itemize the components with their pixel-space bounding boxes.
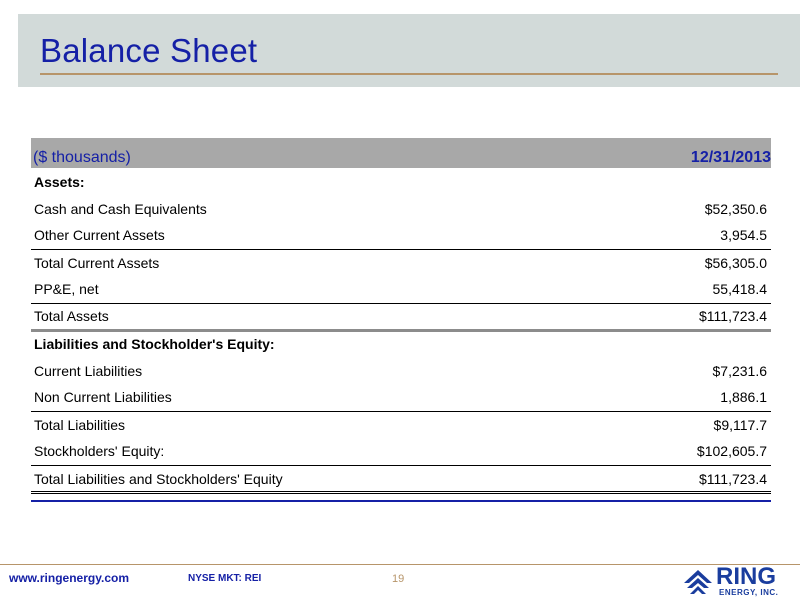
row-label: Non Current Liabilities	[34, 389, 172, 406]
table-row-assets-heading: Assets:	[31, 168, 771, 195]
row-value: $9,117.7	[592, 410, 771, 438]
footer-divider	[0, 564, 800, 565]
table-header-row: ($ thousands) 12/31/2013	[31, 138, 771, 168]
date-column-header: 12/31/2013	[690, 149, 771, 166]
row-label: Other Current Assets	[34, 227, 165, 244]
balance-sheet-table-container: ($ thousands) 12/31/2013 Assets: Cash an…	[31, 138, 771, 492]
row-label: Assets:	[34, 173, 85, 190]
page-title: Balance Sheet	[40, 32, 258, 69]
row-value	[592, 168, 771, 195]
row-value: $102,605.7	[696, 443, 767, 460]
row-label: Liabilities and Stockholder's Equity:	[31, 328, 593, 357]
table-row-total-liabilities: Total Liabilities $9,117.7	[31, 410, 771, 438]
row-label: PP&E, net	[34, 281, 99, 298]
row-label: Total Liabilities	[31, 410, 593, 438]
table-row-total-assets: Total Assets $111,723.4	[31, 302, 771, 330]
title-underline	[40, 73, 778, 75]
table-row-non-current-liabilities: Non Current Liabilities 1,886.1	[31, 384, 771, 411]
title-band: Balance Sheet	[18, 14, 800, 87]
table-bottom-rule	[31, 500, 771, 502]
row-value: 1,886.1	[720, 389, 767, 406]
page-number: 19	[392, 573, 405, 585]
table-row-liabilities-heading: Liabilities and Stockholder's Equity:	[31, 328, 771, 357]
row-label: Stockholders' Equity:	[34, 443, 165, 460]
row-value: $52,350.6	[704, 200, 767, 217]
row-value	[592, 328, 771, 357]
table-row-total-liabilities-and-equity: Total Liabilities and Stockholders' Equi…	[31, 464, 771, 492]
company-logo: RING ENERGY, INC.	[682, 563, 794, 599]
footer-ticker: NYSE MKT: REI	[188, 573, 262, 584]
row-label: Total Liabilities and Stockholders' Equi…	[31, 464, 593, 492]
table-row-other-current-assets: Other Current Assets 3,954.5	[31, 222, 771, 249]
logo-subtitle: ENERGY, INC.	[719, 588, 779, 597]
row-value: $7,231.6	[712, 362, 768, 379]
ring-logo-icon	[684, 570, 712, 594]
row-label: Total Current Assets	[31, 248, 593, 276]
row-value: $111,723.4	[592, 464, 771, 492]
table-row-ppe: PP&E, net 55,418.4	[31, 276, 771, 303]
row-value: 55,418.4	[712, 281, 768, 298]
balance-sheet-table: ($ thousands) 12/31/2013 Assets: Cash an…	[31, 138, 771, 492]
logo-wordmark: RING	[716, 563, 776, 590]
row-label: Cash and Cash Equivalents	[34, 200, 207, 217]
row-value: $111,723.4	[592, 302, 771, 330]
table-row-total-current-assets: Total Current Assets $56,305.0	[31, 248, 771, 276]
footer-website-link[interactable]: www.ringenergy.com	[9, 571, 129, 585]
table-row-cash: Cash and Cash Equivalents $52,350.6	[31, 195, 771, 222]
table-row-stockholders-equity: Stockholders' Equity: $102,605.7	[31, 438, 771, 465]
row-label: Total Assets	[31, 302, 593, 330]
row-value: $56,305.0	[592, 248, 771, 276]
unit-label: ($ thousands)	[33, 149, 131, 166]
table-double-underline	[31, 491, 771, 497]
row-label: Current Liabilities	[34, 362, 143, 379]
row-value: 3,954.5	[720, 227, 767, 244]
table-row-current-liabilities: Current Liabilities $7,231.6	[31, 357, 771, 384]
